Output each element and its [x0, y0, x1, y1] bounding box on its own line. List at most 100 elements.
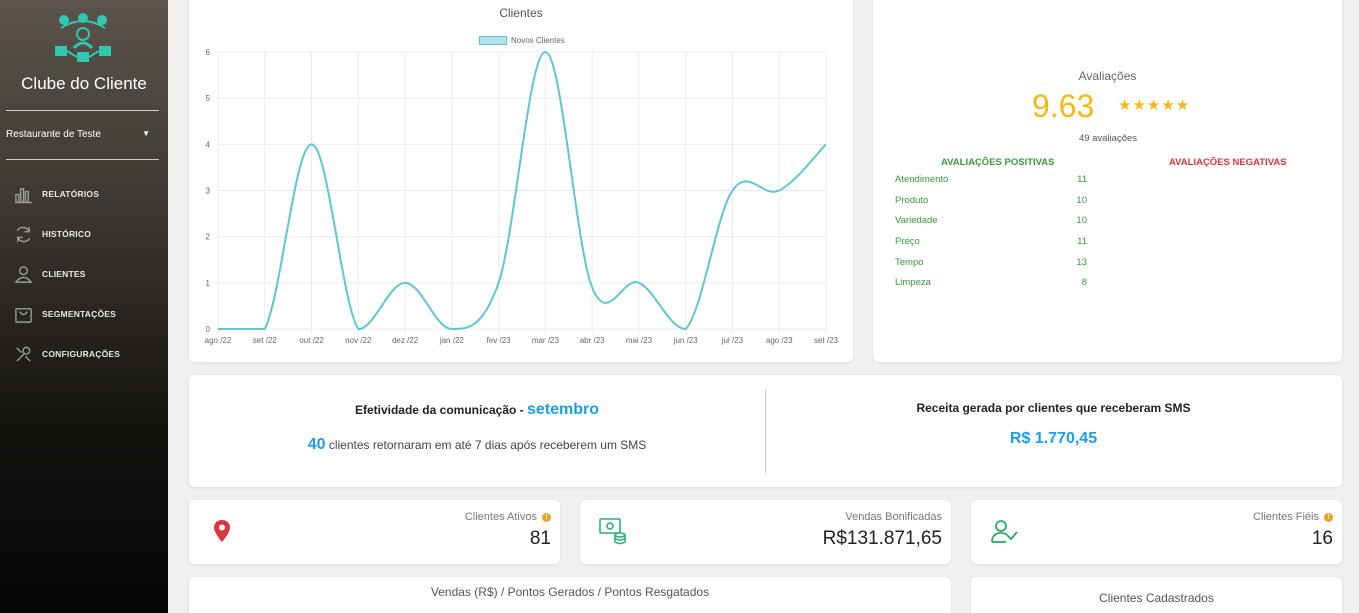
- rating-label: Limpeza: [895, 277, 931, 289]
- list-item: Preço 11: [895, 231, 1087, 252]
- tools-icon: [16, 346, 31, 362]
- y-tick-label: 5: [206, 94, 211, 103]
- ratings-score: 9.63: [1032, 88, 1095, 124]
- rating-value: 11: [1077, 173, 1087, 185]
- stat-card-bonus-sales: Vendas Bonificadas R$131.871,65: [580, 500, 951, 564]
- bag-icon: [15, 307, 32, 323]
- returned-count: 40: [307, 436, 326, 453]
- sidebar-item-label: CLIENTES: [42, 269, 86, 279]
- x-tick-label: dez /22: [392, 336, 419, 345]
- x-tick-label: ago /22: [205, 336, 232, 345]
- communication-subtitle-text: clientes retornaram em até 7 dias após r…: [325, 438, 647, 452]
- ratings-count: 49 avaliações: [1078, 133, 1138, 144]
- registered-clients-title: Clientes Cadastrados: [1099, 591, 1214, 605]
- list-item: Limpeza 8: [895, 272, 1087, 293]
- rating-value: 10: [1076, 194, 1087, 206]
- x-tick-label: mar /23: [532, 336, 560, 345]
- x-tick-label: jun /23: [673, 336, 699, 345]
- rating-label: Preço: [895, 235, 920, 247]
- sidebar-item-label: RELATÓRIOS: [42, 189, 100, 199]
- sidebar-item-clientes[interactable]: CLIENTES: [0, 254, 168, 294]
- ratings-card: Avaliações 9.63 ★★★★★ 49 avaliações AVAL…: [873, 0, 1342, 362]
- communication-card: Efetividade da comunicação - setembro 40…: [189, 375, 1342, 487]
- list-item: Produto 10: [895, 190, 1087, 211]
- user-check-icon: [991, 520, 1018, 543]
- stat-label: Vendas Bonificadas: [845, 511, 942, 523]
- sidebar-item-historico[interactable]: HISTÓRICO: [0, 214, 168, 254]
- x-tick-label: jul /23: [721, 336, 744, 345]
- stat-value: R$131.871,65: [822, 528, 942, 549]
- money-coins-icon: [599, 518, 626, 545]
- sidebar-divider: [6, 110, 159, 111]
- store-selector[interactable]: Restaurante de Teste ▼: [6, 129, 156, 140]
- sidebar-item-configuracoes[interactable]: CONFIGURAÇÕES: [0, 334, 168, 374]
- stat-label-text: Vendas Bonificadas: [845, 511, 942, 523]
- sidebar-item-label: SEGMENTAÇÕES: [42, 309, 117, 319]
- revenue-title: Receita gerada por clientes que recebera…: [916, 401, 1191, 415]
- x-tick-label: set /22: [253, 336, 278, 345]
- ratings-title: Avaliações: [1078, 69, 1137, 83]
- list-item: Atendimento 11: [895, 169, 1087, 190]
- sales-points-title: Vendas (R$) / Pontos Gerados / Pontos Re…: [430, 585, 710, 599]
- user-icon: [14, 265, 33, 283]
- registered-clients-card: Clientes Cadastrados: [971, 577, 1342, 613]
- stat-value: 81: [529, 528, 551, 549]
- rating-value: 8: [1081, 277, 1087, 289]
- info-icon[interactable]: !: [542, 512, 551, 522]
- rating-label: Variedade: [895, 215, 938, 227]
- sidebar-divider: [6, 159, 159, 160]
- stat-card-active-clients: Clientes Ativos! 81: [189, 500, 560, 564]
- stat-value: 16: [1311, 528, 1333, 549]
- sales-points-card: Vendas (R$) / Pontos Gerados / Pontos Re…: [189, 577, 951, 613]
- stat-label-text: Clientes Fiéis: [1252, 511, 1319, 523]
- clients-chart-card: Clientes Novos Clientes 0 1 2 3 4 5 6 ago /22 se…: [189, 0, 853, 362]
- club-logo-icon: [55, 13, 111, 62]
- communication-subtitle: 40 clientes retornaram em até 7 dias apó…: [189, 436, 765, 454]
- bar-chart-icon: [14, 187, 33, 203]
- communication-title-text: Efetividade da comunicação -: [354, 403, 528, 417]
- stat-card-loyal-clients: Clientes Fiéis! 16: [971, 500, 1342, 564]
- star-rating-icon: ★★★★★: [1118, 97, 1191, 114]
- x-tick-label: abr /23: [580, 336, 605, 345]
- x-tick-label: nov /22: [345, 336, 372, 345]
- positive-ratings-list: Atendimento 11 Produto 10 Variedade 10 Preç…: [895, 169, 1087, 293]
- x-tick-label: mai /23: [626, 336, 653, 345]
- rating-value: 11: [1077, 235, 1087, 247]
- rating-value: 10: [1076, 215, 1087, 227]
- brand-name: Clube do Cliente: [21, 74, 147, 93]
- y-tick-label: 2: [206, 233, 211, 242]
- sidebar: Clube do Cliente Restaurante de Teste ▼ …: [0, 0, 168, 613]
- communication-month: setembro: [527, 401, 600, 418]
- x-tick-label: jan /22: [439, 336, 465, 345]
- y-tick-label: 6: [206, 48, 211, 57]
- map-pin-icon: [214, 520, 230, 542]
- list-item: Tempo 13: [895, 252, 1087, 273]
- x-tick-label: ago /23: [766, 336, 793, 345]
- stat-label: Clientes Fiéis!: [1253, 511, 1333, 523]
- sidebar-item-segmentacoes[interactable]: SEGMENTAÇÕES: [0, 294, 168, 334]
- rating-label: Tempo: [895, 256, 924, 268]
- rating-label: Produto: [895, 194, 929, 206]
- stat-label-text: Clientes Ativos: [464, 511, 537, 523]
- rating-value: 13: [1076, 256, 1087, 268]
- negative-ratings-title: AVALIAÇÕES NEGATIVAS: [1169, 157, 1287, 168]
- x-tick-label: out /22: [299, 336, 324, 345]
- stat-label: Clientes Ativos!: [465, 511, 551, 523]
- positive-ratings-title: AVALIAÇÕES POSITIVAS: [941, 157, 1055, 168]
- sidebar-item-label: CONFIGURAÇÕES: [42, 349, 121, 359]
- x-tick-label: fev /23: [487, 336, 512, 345]
- communication-title: Efetividade da comunicação - setembro: [189, 401, 765, 419]
- sidebar-nav: RELATÓRIOS HISTÓRICO CLIENTES SEGMENTAÇÕ…: [0, 174, 168, 374]
- line-chart: 0 1 2 3 4 5 6 ago /22 set /22 out /22 nov /22 dez /…: [205, 48, 839, 345]
- x-tick-label: set /23: [814, 336, 839, 345]
- y-tick-label: 4: [206, 140, 211, 149]
- sidebar-item-label: HISTÓRICO: [42, 229, 92, 239]
- y-tick-label: 1: [206, 279, 211, 288]
- y-tick-label: 0: [206, 325, 211, 334]
- list-item: Variedade 10: [895, 210, 1087, 231]
- store-name: Restaurante de Teste: [6, 129, 101, 140]
- refresh-icon: [16, 226, 31, 242]
- info-icon[interactable]: !: [1324, 512, 1333, 522]
- sidebar-item-relatorios[interactable]: RELATÓRIOS: [0, 174, 168, 214]
- caret-down-icon: ▼: [142, 129, 150, 138]
